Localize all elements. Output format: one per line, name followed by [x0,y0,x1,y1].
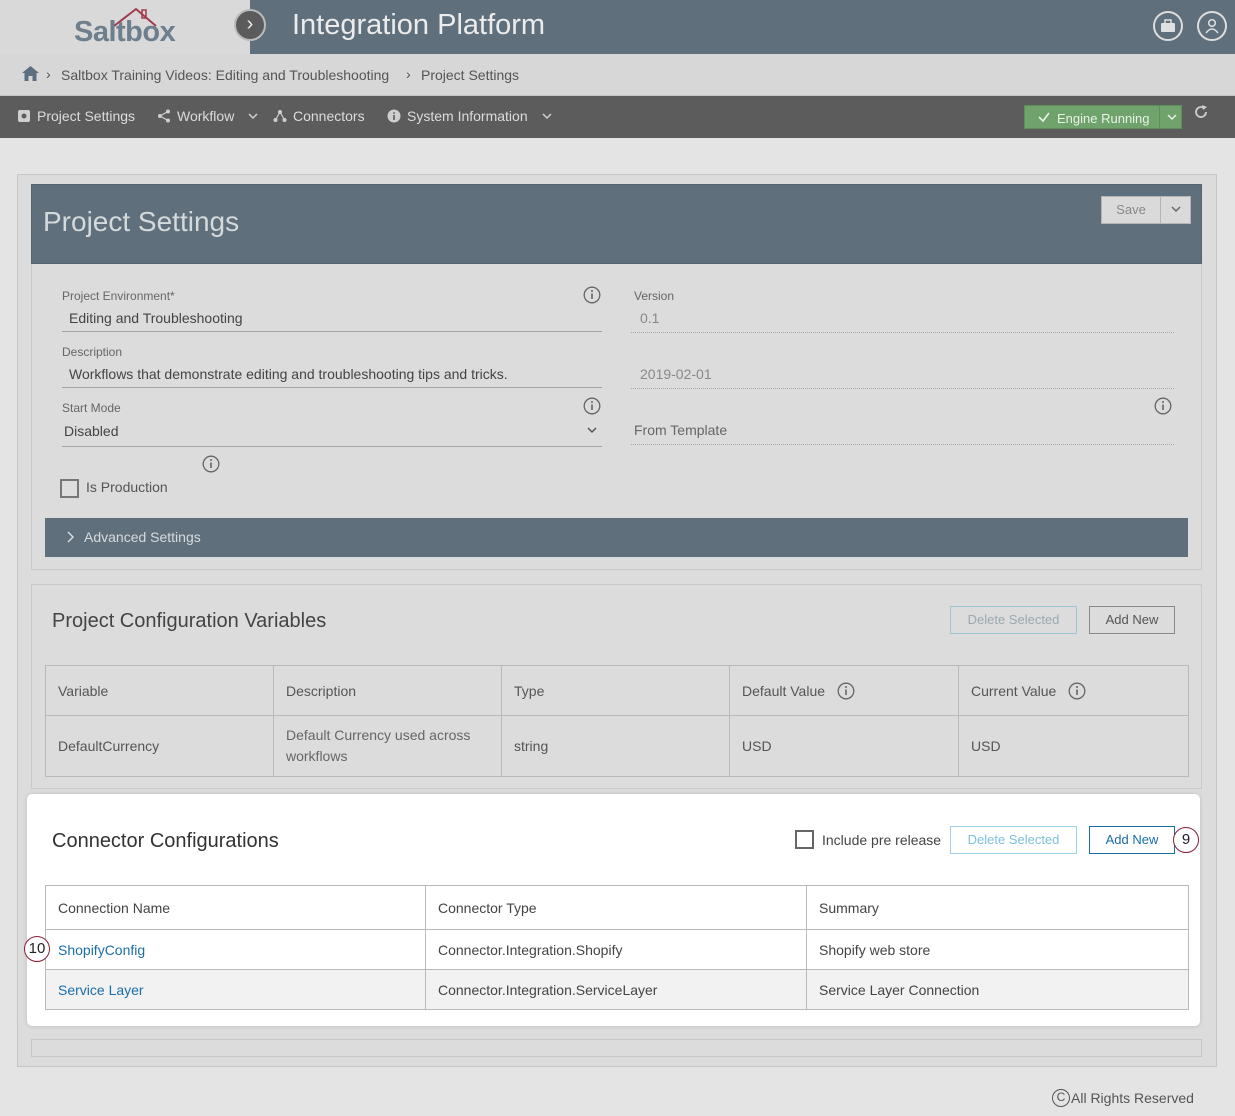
table-header-row: Connection Name Connector Type Summary [45,885,1189,930]
include-prerelease-label: Include pre release [822,832,942,848]
info-icon[interactable] [837,682,855,700]
config-variables-table: Variable Description Type Default Value … [45,665,1189,777]
column-header: Variable [45,665,274,716]
info-icon[interactable] [1068,682,1086,700]
page-title: Project Settings [43,206,240,237]
chevron-down-icon[interactable] [585,423,599,437]
table-cell: Service Layer Connection [806,969,1189,1010]
nav-project-settings[interactable]: Project Settings [17,108,135,124]
nav-workflow[interactable]: Workflow [157,108,260,124]
column-header-default-value: Default Value [729,665,959,716]
copyright-icon: C [1052,1089,1070,1107]
gear-icon [18,110,30,122]
chevron-down-icon [542,113,552,120]
include-prerelease-checkbox[interactable] [795,830,814,849]
table-cell: string [501,715,730,777]
is-production-checkbox[interactable] [60,479,79,498]
info-icon[interactable] [583,397,601,415]
table-cell: USD [958,715,1189,777]
advanced-settings-label: Advanced Settings [84,529,201,545]
nav-system-information-label: System Information [407,108,528,124]
nav-connectors[interactable]: Connectors [273,108,365,124]
info-icon[interactable] [202,455,220,473]
top-header: Saltbox › Integration Platform [0,0,1235,54]
connectors-table: Connection Name Connector Type Summary S… [45,885,1189,1010]
table-cell: Connector.Integration.Shopify [425,929,807,970]
description-label: Description [62,345,123,359]
config-delete-selected-button[interactable]: Delete Selected [950,606,1077,634]
nav-connectors-label: Connectors [293,108,365,124]
table-row[interactable]: ShopifyConfig Connector.Integration.Shop… [45,929,1189,970]
breadcrumb: › Saltbox Training Videos: Editing and T… [0,54,1235,96]
column-header: Description [273,665,502,716]
callout-badge: 10 [24,936,50,962]
is-production-label: Is Production [86,479,168,495]
logo-area: Saltbox [0,0,250,54]
template-field: From Template [634,422,728,438]
save-button-group: Save [1101,196,1191,224]
version-label: Version [634,289,675,303]
app-title: Integration Platform [292,9,546,41]
version-field: 0.1 [640,310,660,326]
nav-system-information[interactable]: System Information [387,108,554,124]
environment-label: Project Environment* [62,289,175,303]
bottom-strip [31,1039,1202,1057]
share-icon [158,109,170,123]
table-header-row: Variable Description Type Default Value … [45,665,1189,716]
chevron-down-icon[interactable] [1162,202,1190,218]
chevron-right-icon [67,531,75,543]
column-header-current-value: Current Value [958,665,1189,716]
table-cell: Connector.Integration.ServiceLayer [425,969,807,1010]
save-button[interactable]: Save [1102,197,1161,223]
info-icon[interactable] [1154,397,1172,415]
start-mode-select[interactable]: Disabled [64,423,118,439]
nav-project-settings-label: Project Settings [37,108,136,124]
description-field[interactable]: Workflows that demonstrate editing and t… [69,366,508,382]
connection-link-service-layer[interactable]: Service Layer [45,969,426,1010]
chevron-down-icon [248,113,258,120]
callout-badge: 9 [1173,827,1199,853]
connector-delete-selected-button[interactable]: Delete Selected [950,826,1077,854]
logo: Saltbox [74,16,176,48]
sidebar-toggle-button[interactable]: › [234,9,266,41]
connector-configurations-title: Connector Configurations [52,830,279,852]
column-header: Connector Type [425,885,807,930]
nav-workflow-label: Workflow [177,108,235,124]
home-icon[interactable] [22,66,39,81]
info-icon[interactable] [583,286,601,304]
date-field: 2019-02-01 [640,366,712,382]
config-variables-title: Project Configuration Variables [52,610,327,632]
breadcrumb-current: Project Settings [421,67,520,83]
engine-status-label: Engine Running [1057,111,1150,126]
user-icon[interactable] [1197,11,1227,41]
environment-field[interactable]: Editing and Troubleshooting [69,310,243,326]
table-cell: USD [729,715,959,777]
advanced-settings-toggle[interactable]: Advanced Settings [45,518,1188,557]
config-add-new-button[interactable]: Add New [1089,606,1175,634]
check-icon [1038,112,1050,123]
refresh-icon[interactable] [1193,104,1209,120]
table-row[interactable]: DefaultCurrency Default Currency used ac… [45,715,1189,777]
footer: C All Rights Reserved [1052,1089,1194,1107]
project-settings-header: Project Settings Save [31,184,1202,264]
table-cell: DefaultCurrency [45,715,274,777]
chevron-down-icon[interactable] [1165,110,1179,124]
breadcrumb-separator-icon: › [46,66,51,82]
breadcrumb-project-link[interactable]: Saltbox Training Videos: Editing and Tro… [61,67,389,83]
column-header: Connection Name [45,885,426,930]
table-cell: Default Currency used across workflows [273,715,502,777]
column-header: Type [501,665,730,716]
briefcase-icon[interactable] [1153,11,1183,41]
network-icon [273,110,287,122]
connector-add-new-button[interactable]: Add New [1089,826,1175,854]
info-icon [387,109,401,123]
footer-text: All Rights Reserved [1071,1090,1194,1106]
engine-status-button[interactable]: Engine Running [1024,105,1182,129]
table-cell: Shopify web store [806,929,1189,970]
breadcrumb-separator-icon: › [406,66,411,82]
connection-link-shopify[interactable]: ShopifyConfig [45,929,426,970]
table-row[interactable]: Service Layer Connector.Integration.Serv… [45,969,1189,1010]
column-header: Summary [806,885,1189,930]
start-mode-label: Start Mode [62,401,121,415]
